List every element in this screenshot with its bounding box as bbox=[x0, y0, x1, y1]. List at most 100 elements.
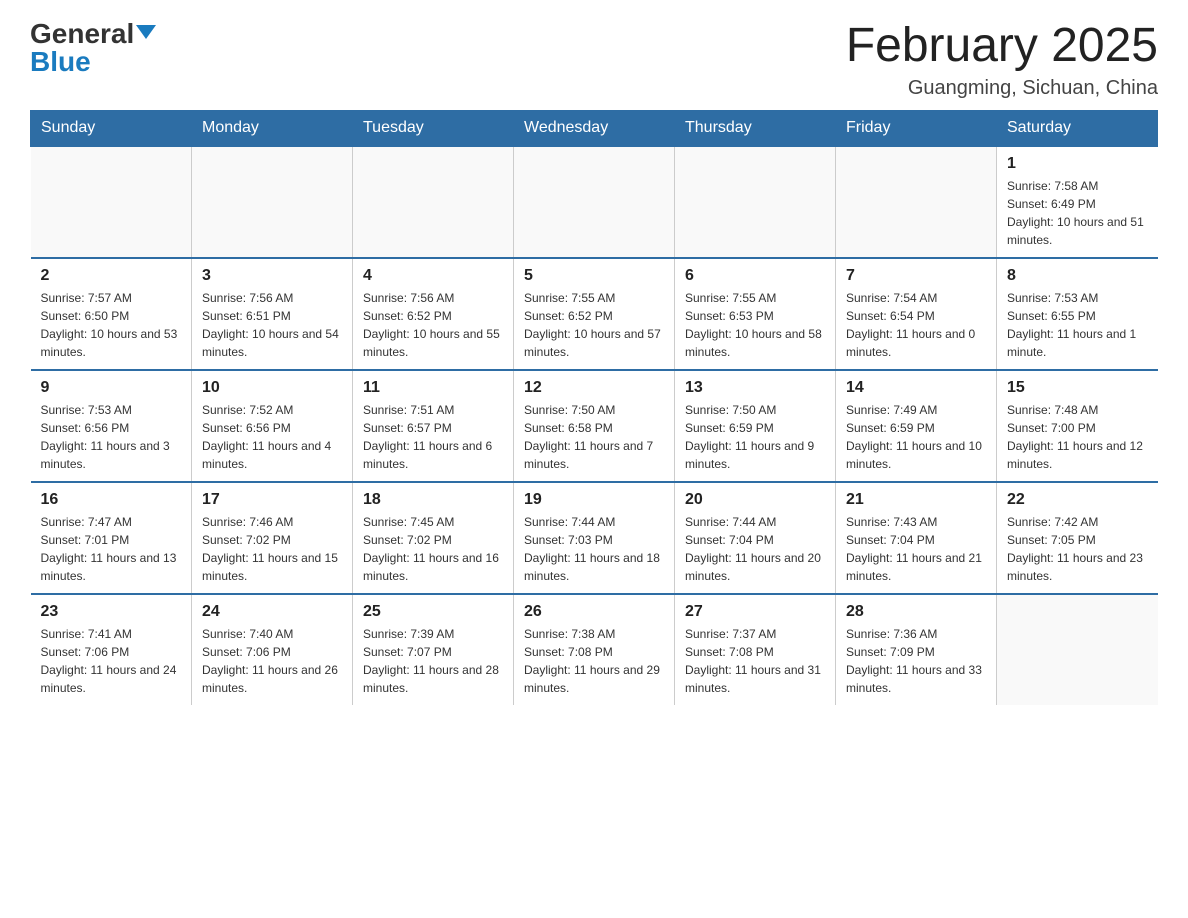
week-row-2: 2 Sunrise: 7:57 AMSunset: 6:50 PMDaylight… bbox=[31, 258, 1158, 370]
day-info: Sunrise: 7:43 AMSunset: 7:04 PMDaylight:… bbox=[846, 513, 986, 585]
day-number: 3 bbox=[202, 267, 342, 285]
calendar-cell: 27Sunrise: 7:37 AMSunset: 7:08 PMDayligh… bbox=[675, 594, 836, 705]
calendar-cell: 14 Sunrise: 7:49 AMSunset: 6:59 PMDayligh… bbox=[836, 370, 997, 482]
week-row-3: 9 Sunrise: 7:53 AMSunset: 6:56 PMDaylight… bbox=[31, 370, 1158, 482]
day-info: Sunrise: 7:58 AMSunset: 6:49 PMDaylight:… bbox=[1007, 177, 1148, 249]
calendar-cell: 3 Sunrise: 7:56 AMSunset: 6:51 PMDaylight… bbox=[192, 258, 353, 370]
calendar-cell: 26Sunrise: 7:38 AMSunset: 7:08 PMDayligh… bbox=[514, 594, 675, 705]
calendar-cell: 1 Sunrise: 7:58 AMSunset: 6:49 PMDaylight… bbox=[997, 146, 1158, 258]
day-number: 7 bbox=[846, 267, 986, 285]
day-number: 12 bbox=[524, 379, 664, 397]
calendar-cell: 7Sunrise: 7:54 AMSunset: 6:54 PMDaylight… bbox=[836, 258, 997, 370]
day-info: Sunrise: 7:55 AMSunset: 6:53 PMDaylight:… bbox=[685, 289, 825, 361]
day-info: Sunrise: 7:44 AMSunset: 7:03 PMDaylight:… bbox=[524, 513, 664, 585]
calendar-cell: 15 Sunrise: 7:48 AMSunset: 7:00 PMDayligh… bbox=[997, 370, 1158, 482]
calendar-cell: 20 Sunrise: 7:44 AMSunset: 7:04 PMDayligh… bbox=[675, 482, 836, 594]
calendar-cell: 25 Sunrise: 7:39 AMSunset: 7:07 PMDayligh… bbox=[353, 594, 514, 705]
day-info: Sunrise: 7:53 AMSunset: 6:56 PMDaylight:… bbox=[41, 401, 182, 473]
calendar-cell: 21 Sunrise: 7:43 AMSunset: 7:04 PMDayligh… bbox=[836, 482, 997, 594]
week-row-5: 23Sunrise: 7:41 AMSunset: 7:06 PMDayligh… bbox=[31, 594, 1158, 705]
day-number: 4 bbox=[363, 267, 503, 285]
weekday-header-thursday: Thursday bbox=[675, 110, 836, 146]
day-number: 10 bbox=[202, 379, 342, 397]
calendar-cell: 10 Sunrise: 7:52 AMSunset: 6:56 PMDayligh… bbox=[192, 370, 353, 482]
calendar-cell: 4 Sunrise: 7:56 AMSunset: 6:52 PMDaylight… bbox=[353, 258, 514, 370]
calendar-cell: 24 Sunrise: 7:40 AMSunset: 7:06 PMDayligh… bbox=[192, 594, 353, 705]
weekday-header-wednesday: Wednesday bbox=[514, 110, 675, 146]
calendar-cell: 5Sunrise: 7:55 AMSunset: 6:52 PMDaylight… bbox=[514, 258, 675, 370]
calendar-cell: 18Sunrise: 7:45 AMSunset: 7:02 PMDayligh… bbox=[353, 482, 514, 594]
calendar-cell: 22 Sunrise: 7:42 AMSunset: 7:05 PMDayligh… bbox=[997, 482, 1158, 594]
day-info: Sunrise: 7:42 AMSunset: 7:05 PMDaylight:… bbox=[1007, 513, 1148, 585]
weekday-header-saturday: Saturday bbox=[997, 110, 1158, 146]
day-info: Sunrise: 7:48 AMSunset: 7:00 PMDaylight:… bbox=[1007, 401, 1148, 473]
day-info: Sunrise: 7:36 AMSunset: 7:09 PMDaylight:… bbox=[846, 625, 986, 697]
day-number: 20 bbox=[685, 491, 825, 509]
calendar-cell: 6 Sunrise: 7:55 AMSunset: 6:53 PMDaylight… bbox=[675, 258, 836, 370]
day-number: 22 bbox=[1007, 491, 1148, 509]
weekday-header-sunday: Sunday bbox=[31, 110, 192, 146]
day-info: Sunrise: 7:52 AMSunset: 6:56 PMDaylight:… bbox=[202, 401, 342, 473]
week-row-4: 16 Sunrise: 7:47 AMSunset: 7:01 PMDayligh… bbox=[31, 482, 1158, 594]
week-row-1: 1 Sunrise: 7:58 AMSunset: 6:49 PMDaylight… bbox=[31, 146, 1158, 258]
day-number: 8 bbox=[1007, 267, 1148, 285]
day-number: 6 bbox=[685, 267, 825, 285]
day-number: 11 bbox=[363, 379, 503, 397]
day-info: Sunrise: 7:55 AMSunset: 6:52 PMDaylight:… bbox=[524, 289, 664, 361]
day-info: Sunrise: 7:41 AMSunset: 7:06 PMDaylight:… bbox=[41, 625, 182, 697]
day-info: Sunrise: 7:40 AMSunset: 7:06 PMDaylight:… bbox=[202, 625, 342, 697]
day-info: Sunrise: 7:51 AMSunset: 6:57 PMDaylight:… bbox=[363, 401, 503, 473]
day-number: 19 bbox=[524, 491, 664, 509]
calendar-cell: 16 Sunrise: 7:47 AMSunset: 7:01 PMDayligh… bbox=[31, 482, 192, 594]
calendar-cell bbox=[675, 146, 836, 258]
day-info: Sunrise: 7:46 AMSunset: 7:02 PMDaylight:… bbox=[202, 513, 342, 585]
day-number: 24 bbox=[202, 603, 342, 621]
day-number: 16 bbox=[41, 491, 182, 509]
page-header: General Blue February 2025 Guangming, Si… bbox=[30, 20, 1158, 100]
calendar-cell: 19 Sunrise: 7:44 AMSunset: 7:03 PMDayligh… bbox=[514, 482, 675, 594]
calendar-table: SundayMondayTuesdayWednesdayThursdayFrid… bbox=[30, 110, 1158, 705]
weekday-header-tuesday: Tuesday bbox=[353, 110, 514, 146]
day-info: Sunrise: 7:44 AMSunset: 7:04 PMDaylight:… bbox=[685, 513, 825, 585]
calendar-cell: 8 Sunrise: 7:53 AMSunset: 6:55 PMDaylight… bbox=[997, 258, 1158, 370]
day-number: 25 bbox=[363, 603, 503, 621]
calendar-cell: 13 Sunrise: 7:50 AMSunset: 6:59 PMDayligh… bbox=[675, 370, 836, 482]
day-info: Sunrise: 7:56 AMSunset: 6:52 PMDaylight:… bbox=[363, 289, 503, 361]
logo-blue-text: Blue bbox=[30, 48, 91, 76]
day-number: 17 bbox=[202, 491, 342, 509]
day-info: Sunrise: 7:39 AMSunset: 7:07 PMDaylight:… bbox=[363, 625, 503, 697]
calendar-cell bbox=[31, 146, 192, 258]
weekday-header-monday: Monday bbox=[192, 110, 353, 146]
day-info: Sunrise: 7:38 AMSunset: 7:08 PMDaylight:… bbox=[524, 625, 664, 697]
day-info: Sunrise: 7:50 AMSunset: 6:58 PMDaylight:… bbox=[524, 401, 664, 473]
logo-triangle-icon bbox=[136, 25, 156, 39]
calendar-cell: 11 Sunrise: 7:51 AMSunset: 6:57 PMDayligh… bbox=[353, 370, 514, 482]
day-number: 14 bbox=[846, 379, 986, 397]
day-number: 1 bbox=[1007, 155, 1148, 173]
day-number: 15 bbox=[1007, 379, 1148, 397]
day-number: 21 bbox=[846, 491, 986, 509]
day-info: Sunrise: 7:53 AMSunset: 6:55 PMDaylight:… bbox=[1007, 289, 1148, 361]
day-number: 18 bbox=[363, 491, 503, 509]
day-number: 9 bbox=[41, 379, 182, 397]
calendar-cell bbox=[192, 146, 353, 258]
day-info: Sunrise: 7:37 AMSunset: 7:08 PMDaylight:… bbox=[685, 625, 825, 697]
calendar-cell: 17 Sunrise: 7:46 AMSunset: 7:02 PMDayligh… bbox=[192, 482, 353, 594]
day-info: Sunrise: 7:50 AMSunset: 6:59 PMDaylight:… bbox=[685, 401, 825, 473]
calendar-cell: 9 Sunrise: 7:53 AMSunset: 6:56 PMDaylight… bbox=[31, 370, 192, 482]
day-info: Sunrise: 7:57 AMSunset: 6:50 PMDaylight:… bbox=[41, 289, 182, 361]
day-info: Sunrise: 7:47 AMSunset: 7:01 PMDaylight:… bbox=[41, 513, 182, 585]
day-info: Sunrise: 7:49 AMSunset: 6:59 PMDaylight:… bbox=[846, 401, 986, 473]
day-info: Sunrise: 7:56 AMSunset: 6:51 PMDaylight:… bbox=[202, 289, 342, 361]
calendar-cell: 12 Sunrise: 7:50 AMSunset: 6:58 PMDayligh… bbox=[514, 370, 675, 482]
calendar-subtitle: Guangming, Sichuan, China bbox=[846, 77, 1158, 100]
logo: General Blue bbox=[30, 20, 156, 76]
title-section: February 2025 Guangming, Sichuan, China bbox=[846, 20, 1158, 100]
day-number: 13 bbox=[685, 379, 825, 397]
calendar-cell: 2 Sunrise: 7:57 AMSunset: 6:50 PMDaylight… bbox=[31, 258, 192, 370]
day-number: 2 bbox=[41, 267, 182, 285]
weekday-header-row: SundayMondayTuesdayWednesdayThursdayFrid… bbox=[31, 110, 1158, 146]
day-number: 28 bbox=[846, 603, 986, 621]
calendar-title: February 2025 bbox=[846, 20, 1158, 73]
calendar-cell bbox=[353, 146, 514, 258]
